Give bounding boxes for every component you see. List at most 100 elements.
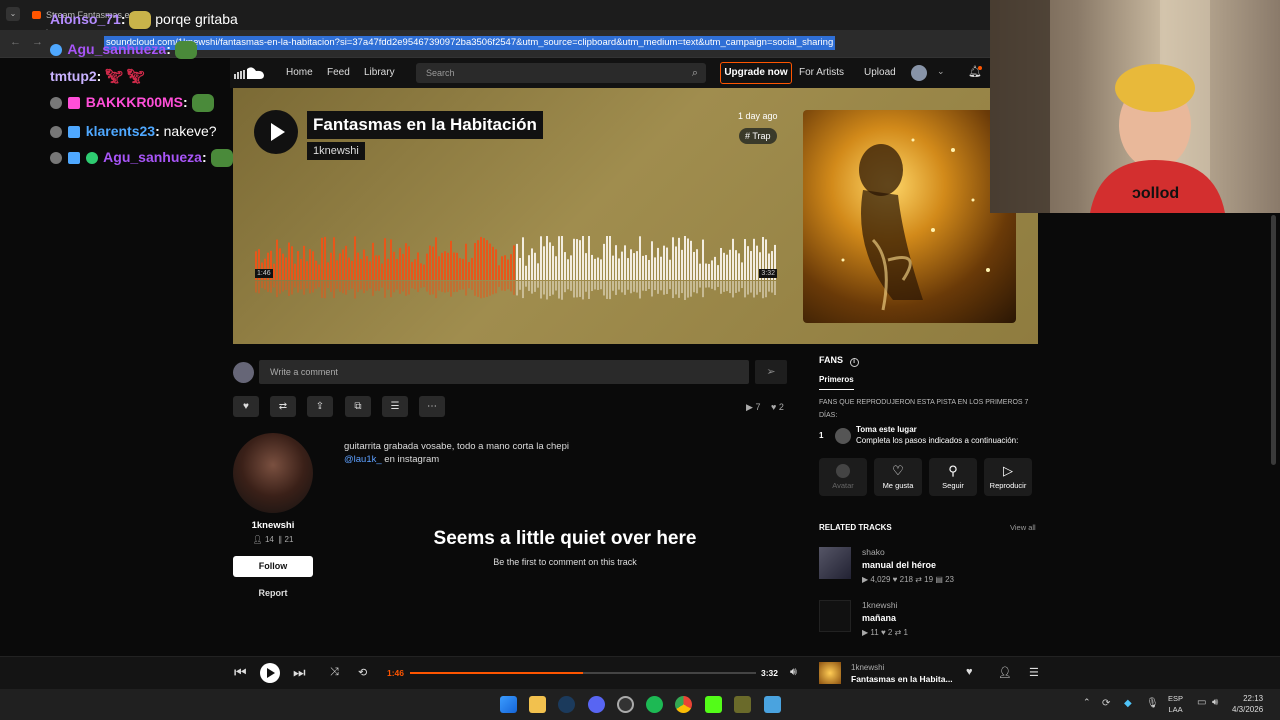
related-track[interactable]: shako manual del héroe ▶ 4,029 ♥ 218 ⇄ 1… bbox=[819, 547, 1039, 591]
volume-tray-icon[interactable]: 🔊︎ bbox=[1212, 697, 1218, 708]
report-button[interactable]: Report bbox=[233, 588, 313, 598]
info-icon[interactable]: i bbox=[849, 358, 859, 367]
tab-primeros[interactable]: Primeros bbox=[819, 375, 854, 390]
player-like-icon[interactable]: ♥ bbox=[966, 666, 973, 678]
nav-upload[interactable]: Upload bbox=[864, 58, 896, 88]
player-artwork[interactable] bbox=[819, 662, 841, 684]
system-clock[interactable]: 22:13 4/3/2026 bbox=[1232, 693, 1263, 715]
player-artist[interactable]: 1knewshi bbox=[851, 663, 884, 672]
player-follow-icon[interactable]: 👤︎ bbox=[998, 666, 1012, 679]
empty-comments-subtitle: Be the first to comment on this track bbox=[493, 557, 637, 567]
microphone-icon[interactable]: 🎙︎ bbox=[1146, 698, 1159, 709]
search-input[interactable]: Search ⌕ bbox=[416, 63, 706, 83]
related-track[interactable]: 1knewshi mañana ▶ 11 ♥ 2 ⇄ 1 bbox=[819, 600, 1039, 644]
related-track-artist[interactable]: 1knewshi bbox=[862, 600, 897, 610]
repeat-icon[interactable]: ⟲ bbox=[358, 666, 367, 679]
related-tracks-heading: RELATED TRACKS bbox=[819, 523, 892, 532]
user-avatar[interactable] bbox=[911, 65, 927, 81]
repost-button[interactable]: ⇄ bbox=[270, 396, 296, 417]
forward-icon[interactable]: → bbox=[32, 36, 43, 48]
windows-start-icon[interactable] bbox=[500, 696, 517, 713]
kick-icon[interactable] bbox=[705, 696, 722, 713]
keyboard-layout: LAA bbox=[1168, 705, 1183, 714]
back-icon[interactable]: ← bbox=[10, 36, 21, 48]
fan-step-follow[interactable]: ⚲ Seguir bbox=[929, 458, 977, 496]
chat-badge-icon bbox=[67, 126, 80, 139]
player-progress-bar[interactable] bbox=[410, 672, 756, 674]
chat-badge-icon bbox=[50, 126, 62, 139]
nav-feed[interactable]: Feed bbox=[327, 58, 350, 88]
chat-username: Agu_sanhueza bbox=[103, 149, 202, 165]
followers-count[interactable]: 14 bbox=[265, 535, 274, 544]
file-explorer-icon[interactable] bbox=[529, 696, 546, 713]
previous-icon[interactable]: ⏮ bbox=[234, 664, 247, 681]
nav-library[interactable]: Library bbox=[364, 58, 395, 88]
like-button[interactable]: ♥ bbox=[233, 396, 259, 417]
language-indicator[interactable]: ESP LAA bbox=[1168, 693, 1183, 715]
add-to-playlist-button[interactable]: ☰ bbox=[382, 396, 408, 417]
tab-menu-button[interactable]: ⌄ bbox=[6, 7, 20, 21]
plays-value: 7 bbox=[755, 402, 761, 412]
waveform[interactable]: 1:46 3:32 bbox=[255, 232, 777, 301]
chat-text: nakeve? bbox=[163, 123, 217, 139]
volume-icon[interactable]: 🔊︎ bbox=[790, 666, 797, 679]
chevron-down-icon[interactable]: ⌄ bbox=[937, 66, 945, 77]
track-artist-link[interactable]: 1knewshi bbox=[307, 142, 365, 160]
chat-username: tmtup2 bbox=[50, 68, 97, 84]
spotify-icon[interactable] bbox=[646, 696, 663, 713]
copy-link-button[interactable]: ⧉ bbox=[345, 396, 371, 417]
page-scrollbar[interactable] bbox=[1271, 215, 1276, 465]
description-line-2-text: en instagram bbox=[381, 454, 440, 465]
genre-tag[interactable]: # Trap bbox=[739, 128, 777, 144]
related-track-artwork[interactable] bbox=[819, 600, 851, 632]
comment-input[interactable]: Write a comment bbox=[259, 360, 749, 384]
instagram-mention-link[interactable]: @lau1k_ bbox=[344, 454, 382, 465]
follow-button[interactable]: Follow bbox=[233, 556, 313, 577]
windows-taskbar: ⌃ ⟳ ◆ 🎙︎ ESP LAA ▭ 🔊︎ 22:13 4/3/2026 bbox=[0, 689, 1280, 720]
steam-icon[interactable] bbox=[558, 696, 575, 713]
waveform-duration: 3:32 bbox=[759, 269, 777, 278]
shuffle-icon[interactable]: ⤨ bbox=[330, 666, 339, 679]
upgrade-now-button[interactable]: Upgrade now bbox=[720, 62, 792, 84]
related-reposts: 1 bbox=[903, 628, 908, 637]
likes-value: 2 bbox=[778, 402, 784, 412]
chat-username: klarents23 bbox=[85, 123, 156, 139]
player-progress-fill bbox=[410, 672, 583, 674]
fan-step-like[interactable]: ♡ Me gusta bbox=[874, 458, 922, 496]
network-icon[interactable]: ▭ bbox=[1197, 697, 1206, 708]
send-comment-button[interactable]: ➢ bbox=[755, 360, 787, 384]
related-track-artist[interactable]: shako bbox=[862, 547, 885, 557]
uploader-avatar[interactable] bbox=[233, 433, 313, 513]
uploader-name[interactable]: 1knewshi bbox=[233, 520, 313, 531]
notepad-icon[interactable] bbox=[764, 696, 781, 713]
discord-icon[interactable] bbox=[588, 696, 605, 713]
queue-icon[interactable]: ☰ bbox=[1029, 666, 1039, 679]
next-icon[interactable]: ⏭ bbox=[293, 664, 306, 681]
search-icon[interactable]: ⌕ bbox=[692, 63, 698, 83]
view-all-link[interactable]: View all bbox=[1010, 523, 1036, 532]
share-button[interactable]: ⇪ bbox=[307, 396, 333, 417]
related-track-title[interactable]: manual del héroe bbox=[862, 560, 936, 570]
app-icon[interactable] bbox=[734, 696, 751, 713]
fan-step-play[interactable]: ▷ Reproducir bbox=[984, 458, 1032, 496]
fan-step-avatar[interactable]: Avatar bbox=[819, 458, 867, 496]
tray-sync-icon[interactable]: ⟳ bbox=[1102, 698, 1110, 709]
chrome-icon[interactable] bbox=[675, 696, 692, 713]
play-count-icon: ▶ bbox=[862, 628, 869, 637]
tray-overflow-icon[interactable]: ⌃ bbox=[1083, 697, 1091, 708]
player-play-button[interactable] bbox=[260, 663, 280, 683]
nav-for-artists[interactable]: For Artists bbox=[799, 58, 844, 88]
player-duration: 3:32 bbox=[761, 668, 779, 678]
related-track-artwork[interactable] bbox=[819, 547, 851, 579]
player-title[interactable]: Fantasmas en la Habita... bbox=[851, 674, 953, 684]
tracks-count[interactable]: 21 bbox=[285, 535, 294, 544]
play-outline-icon: ▷ bbox=[1003, 463, 1013, 478]
related-track-title[interactable]: mañana bbox=[862, 613, 896, 623]
obs-icon[interactable] bbox=[617, 696, 634, 713]
nav-home[interactable]: Home bbox=[286, 58, 313, 88]
tray-shield-icon[interactable]: ◆ bbox=[1124, 698, 1132, 709]
chat-badge-icon bbox=[67, 97, 80, 110]
player-bar: ⏮ ⏭ ⤨ ⟲ 1:46 3:32 🔊︎ 1knewshi Fantasmas … bbox=[0, 656, 1280, 689]
hero-play-button[interactable] bbox=[254, 110, 298, 154]
more-button[interactable]: ⋯ bbox=[419, 396, 445, 417]
